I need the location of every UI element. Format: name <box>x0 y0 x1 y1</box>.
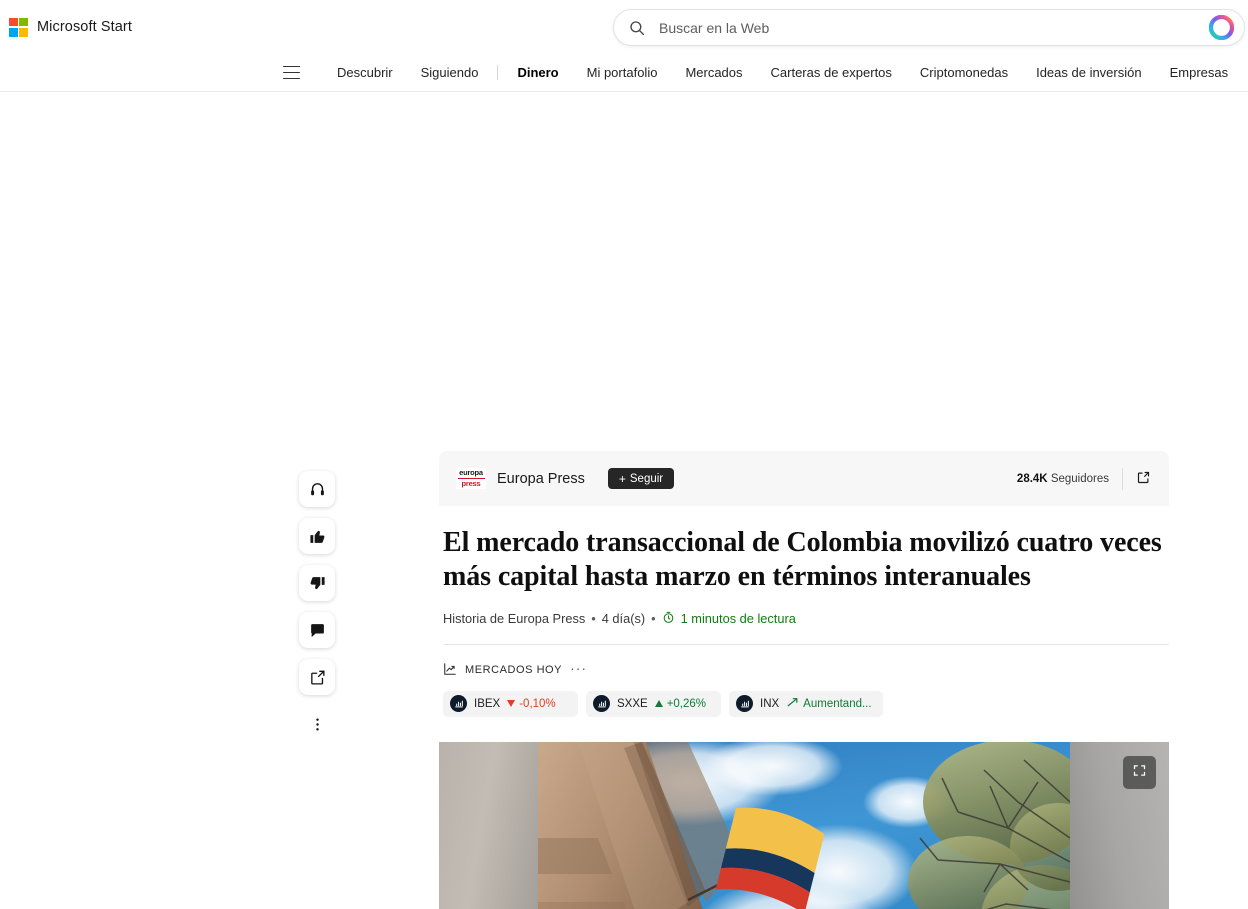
headphones-icon <box>309 481 326 498</box>
markets-title: MERCADOS HOY <box>465 664 563 677</box>
read-time-label: 1 minutos de lectura <box>680 611 796 627</box>
like-button[interactable] <box>299 518 335 554</box>
hero-photo <box>538 741 1070 909</box>
followers-count: 28.4K <box>1016 472 1048 485</box>
search-box[interactable] <box>613 9 1245 46</box>
more-options-button[interactable] <box>299 706 335 742</box>
logo-text-bottom: press <box>461 479 481 489</box>
ticker-symbol: INX <box>760 697 780 710</box>
ticker-symbol: SXXE <box>617 697 648 710</box>
byline-separator-2: • <box>651 611 656 627</box>
search-area <box>613 9 1245 46</box>
byline-attribution: Historia de Europa Press <box>443 611 586 627</box>
article-container: europa press Europa Press + Seguir 28.4K… <box>439 451 1169 909</box>
microsoft-logo-icon <box>9 17 28 37</box>
trending-chart-icon <box>443 662 457 679</box>
top-bar: Microsoft Start <box>0 0 1248 54</box>
search-icon <box>628 19 646 37</box>
index-badge-icon <box>593 695 610 713</box>
markets-header: MERCADOS HOY ··· <box>443 661 1169 679</box>
market-ticker-list: IBEX -0,10% SXXE +0,26% INX Aumentand... <box>443 690 1169 717</box>
follow-button[interactable]: + Seguir <box>607 468 675 489</box>
brand-name: Microsoft Start <box>37 19 132 35</box>
ticker-change: -0,10% <box>507 697 556 710</box>
byline: Historia de Europa Press • 4 día(s) • 1 … <box>439 595 1169 627</box>
byline-age: 4 día(s) <box>601 611 646 627</box>
arrow-down-icon <box>507 700 516 708</box>
logo-text-top: europa <box>459 468 483 478</box>
nav-item-mi-portafolio[interactable]: Mi portafolio <box>573 65 672 80</box>
ticker-change: Aumentand... <box>786 696 872 712</box>
thumbs-down-icon <box>309 575 326 592</box>
hero-backdrop-left <box>439 741 539 909</box>
source-meta: 28.4K Seguidores <box>1017 467 1151 490</box>
followers-count-label: 28.4K Seguidores <box>1017 473 1109 485</box>
nav-item-criptomonedas[interactable]: Criptomonedas <box>906 65 1022 80</box>
more-vertical-icon <box>309 716 326 733</box>
nav-item-dinero[interactable]: Dinero <box>503 65 572 80</box>
expand-icon <box>1132 763 1147 781</box>
share-button[interactable] <box>299 659 335 695</box>
nav-item-empresas[interactable]: Empresas <box>1156 65 1243 80</box>
nav-item-mercados[interactable]: Mercados <box>671 65 756 80</box>
listen-button[interactable] <box>299 471 335 507</box>
nav-divider <box>497 65 499 80</box>
source-identity[interactable]: europa press Europa Press + Seguir <box>456 468 675 489</box>
ticker-chip-sxxe[interactable]: SXXE +0,26% <box>586 690 721 717</box>
arrow-up-icon <box>654 700 663 708</box>
copilot-icon[interactable] <box>1208 15 1234 41</box>
hamburger-menu-icon[interactable] <box>283 66 300 79</box>
ticker-symbol: IBEX <box>474 697 501 710</box>
nav-item-divisas[interactable]: Divisas <box>1242 65 1248 80</box>
trending-up-arrow-icon <box>786 696 799 712</box>
colombia-flag-photo <box>538 741 1070 909</box>
index-badge-icon <box>736 695 753 713</box>
markets-today-section: MERCADOS HOY ··· IBEX -0,10% SXXE +0,26%… <box>439 645 1169 717</box>
ticker-change-value: -0,10% <box>519 697 556 710</box>
ticker-chip-ibex[interactable]: IBEX -0,10% <box>443 690 578 717</box>
brand-logo-area[interactable]: Microsoft Start <box>9 17 132 37</box>
share-icon <box>309 669 326 686</box>
ticker-change-value: Aumentand... <box>803 697 872 710</box>
hero-image <box>439 741 1169 909</box>
ticker-change-value: +0,26% <box>666 697 707 710</box>
ticker-change: +0,26% <box>654 697 707 710</box>
external-link-icon <box>1136 470 1151 488</box>
primary-nav: Descubrir Siguiendo Dinero Mi portafolio… <box>0 54 1248 92</box>
clock-icon <box>662 611 675 627</box>
nav-item-siguiendo[interactable]: Siguiendo <box>407 65 493 80</box>
follow-button-label: Seguir <box>629 472 664 485</box>
read-time-group: 1 minutos de lectura <box>662 611 796 627</box>
markets-more-button[interactable]: ··· <box>570 661 587 676</box>
index-badge-icon <box>450 695 467 713</box>
europa-press-logo-icon: europa press <box>456 468 486 489</box>
meta-divider <box>1122 467 1123 490</box>
followers-word: Seguidores <box>1050 472 1109 485</box>
article-action-rail <box>299 471 335 742</box>
nav-item-descubrir[interactable]: Descubrir <box>323 65 407 80</box>
source-name: Europa Press <box>497 470 585 487</box>
search-input[interactable] <box>646 19 1208 36</box>
page-title: El mercado transaccional de Colombia mov… <box>443 527 1162 593</box>
nav-item-ideas-de-inversion[interactable]: Ideas de inversión <box>1022 65 1156 80</box>
comment-icon <box>309 622 326 639</box>
dislike-button[interactable] <box>299 565 335 601</box>
nav-item-carteras-de-expertos[interactable]: Carteras de expertos <box>757 65 906 80</box>
plus-icon: + <box>618 471 626 486</box>
byline-separator-1: • <box>591 611 596 627</box>
ticker-chip-inx[interactable]: INX Aumentand... <box>729 690 883 717</box>
open-external-button[interactable] <box>1136 470 1151 488</box>
comments-button[interactable] <box>299 612 335 648</box>
source-header: europa press Europa Press + Seguir 28.4K… <box>439 451 1169 506</box>
page-body: europa press Europa Press + Seguir 28.4K… <box>0 92 1248 909</box>
expand-image-button[interactable] <box>1123 755 1156 789</box>
thumbs-up-icon <box>309 528 326 545</box>
